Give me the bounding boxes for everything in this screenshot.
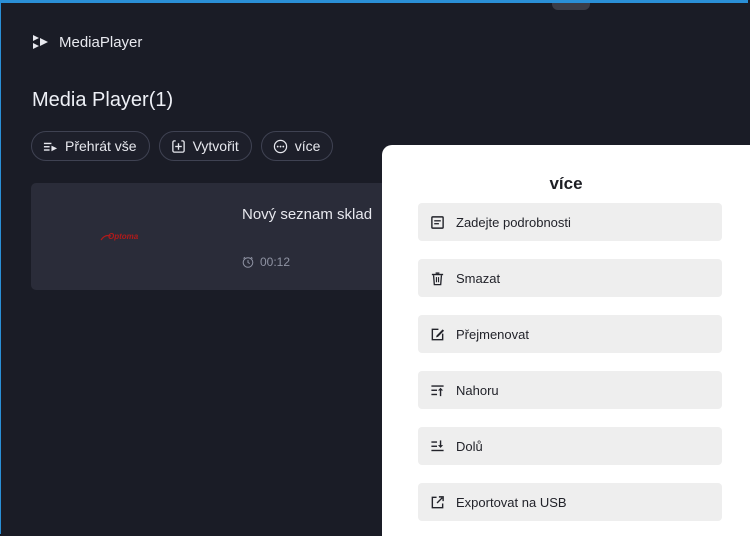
details-icon bbox=[431, 215, 444, 229]
panel-title: více bbox=[549, 174, 583, 193]
playlist-title: Nový seznam sklad bbox=[242, 206, 373, 223]
add-icon bbox=[171, 139, 185, 153]
app-header: MediaPlayer bbox=[31, 30, 142, 54]
move-up-icon bbox=[431, 384, 444, 396]
menu-item-label: Zadejte podrobnosti bbox=[456, 214, 571, 230]
trash-icon bbox=[431, 271, 444, 285]
more-panel: více Zadejte podrobnosti Smazat Přejmeno… bbox=[382, 145, 750, 536]
menu-item-rename[interactable]: Přejmenovat bbox=[418, 315, 722, 353]
play-all-label: Přehrát vše bbox=[65, 138, 137, 154]
clock-icon bbox=[242, 256, 254, 268]
create-label: Vytvořit bbox=[192, 138, 239, 154]
menu-item-move-up[interactable]: Nahoru bbox=[418, 371, 722, 409]
mediaplayer-logo-icon bbox=[33, 35, 48, 49]
window-handle[interactable] bbox=[552, 0, 590, 10]
app-name: MediaPlayer bbox=[59, 33, 143, 51]
export-icon bbox=[431, 495, 444, 508]
menu-item-label: Přejmenovat bbox=[456, 326, 529, 342]
menu-item-label: Smazat bbox=[456, 270, 501, 286]
toolbar: Přehrát vše Vytvořit více bbox=[31, 131, 334, 161]
create-button[interactable]: Vytvořit bbox=[158, 131, 252, 161]
menu-item-move-down[interactable]: Dolů bbox=[418, 427, 722, 465]
playlist-duration: 00:12 bbox=[242, 255, 290, 269]
playlist-card[interactable]: Optoma Nový seznam sklad 00:12 bbox=[31, 183, 391, 290]
menu-item-label: Nahoru bbox=[456, 382, 499, 398]
menu-item-details[interactable]: Zadejte podrobnosti bbox=[418, 203, 722, 241]
more-button[interactable]: více bbox=[260, 131, 334, 161]
duration-value: 00:12 bbox=[260, 255, 291, 269]
menu-item-label: Dolů bbox=[456, 438, 483, 454]
menu-item-label: Exportovat na USB bbox=[456, 494, 567, 510]
brand-text: Optoma bbox=[108, 232, 139, 241]
menu-item-delete[interactable]: Smazat bbox=[418, 259, 722, 297]
more-icon bbox=[273, 139, 287, 153]
move-down-icon bbox=[431, 439, 444, 451]
menu-item-export-usb[interactable]: Exportovat na USB bbox=[418, 483, 722, 521]
page-title: Media Player(1) bbox=[32, 89, 174, 111]
play-all-button[interactable]: Přehrát vše bbox=[31, 131, 150, 161]
play-list-icon bbox=[43, 142, 58, 151]
edit-icon bbox=[431, 328, 445, 340]
more-label: více bbox=[294, 138, 321, 154]
